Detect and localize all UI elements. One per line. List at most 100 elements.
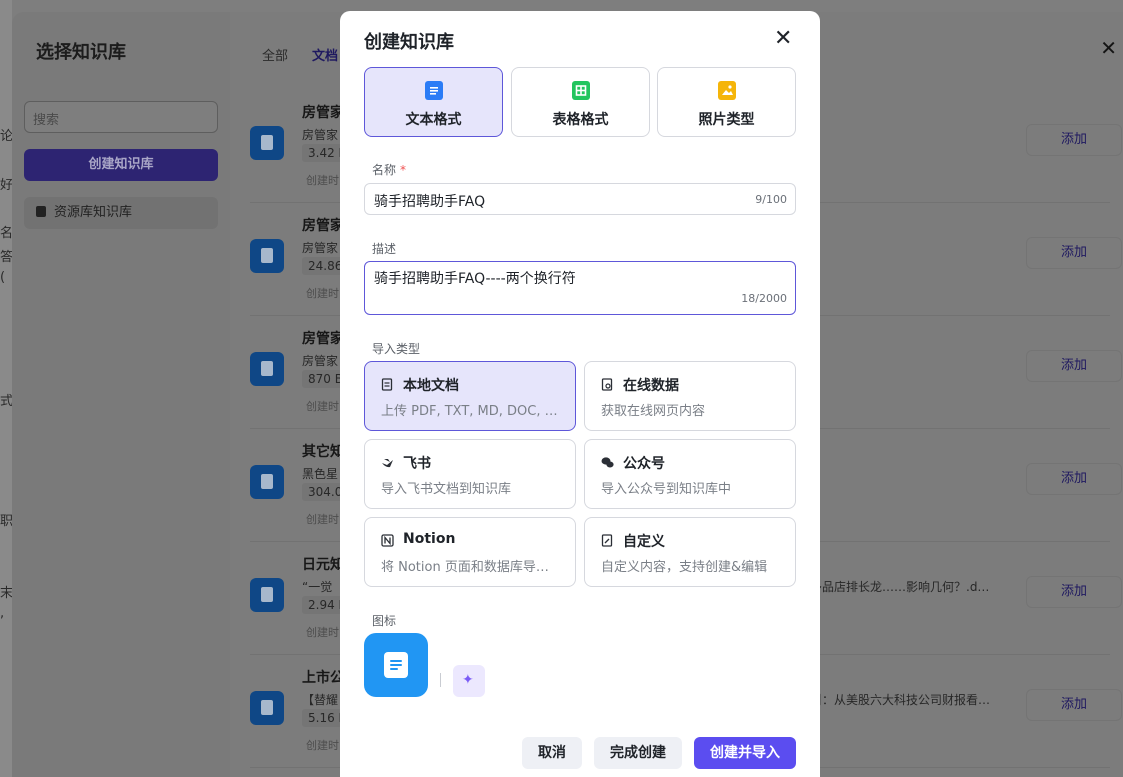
format-card-text[interactable]: 文本格式 (364, 67, 503, 137)
wechat-icon (601, 456, 614, 469)
ai-generate-icon-button[interactable]: ✦ (453, 665, 485, 697)
import-type-feishu[interactable]: 飞书 导入飞书文档到知识库 (364, 439, 576, 509)
import-type-desc: 上传 PDF, TXT, MD, DOC, … (381, 404, 558, 419)
row-sub: 房管家 (302, 241, 339, 255)
knowledge-base-icon[interactable] (364, 633, 428, 697)
edge-text: ( (0, 270, 6, 285)
row-name: 房管家 (302, 331, 344, 347)
tab-all[interactable]: 全部 (262, 49, 288, 64)
import-type-wechat[interactable]: 公众号 导入公众号到知识库中 (584, 439, 796, 509)
close-icon[interactable]: ✕ (774, 26, 792, 51)
name-label: 名称 * (372, 163, 407, 177)
row-sub: 黑色星 (302, 467, 339, 481)
create-knowledge-modal: 创建知识库 ✕ 文本格式 表格格式 照片类型 名称 * 骑手招聘助手FAQ 9/1… (340, 11, 820, 777)
description-value: 骑手招聘助手FAQ----两个换行符 (374, 271, 576, 287)
row-name: 其它知 (302, 444, 344, 460)
sidebar-item-label: 资源库知识库 (54, 205, 133, 220)
cancel-button[interactable]: 取消 (522, 737, 582, 769)
close-icon[interactable]: ✕ (1100, 36, 1117, 60)
dialog-sidebar: 选择知识库 搜索 创建知识库 资源库知识库 (12, 12, 230, 777)
document-icon (250, 126, 284, 160)
description-field[interactable]: 骑手招聘助手FAQ----两个换行符 18/2000 (364, 261, 796, 315)
format-label: 表格格式 (552, 112, 609, 128)
icon-label: 图标 (372, 614, 397, 628)
import-type-custom[interactable]: 自定义 自定义内容，支持创建&编辑 (584, 517, 796, 587)
import-type-label: 导入类型 (372, 342, 421, 356)
row-time: 创建时 (306, 739, 339, 752)
import-type-name: 自定义 (623, 534, 665, 550)
import-type-desc: 导入公众号到知识库中 (601, 482, 732, 497)
edge-text: 好, (0, 178, 12, 193)
table-icon (572, 81, 590, 100)
import-type-name: 公众号 (623, 456, 665, 472)
finish-create-button[interactable]: 完成创建 (594, 737, 682, 769)
import-type-desc: 获取在线网页内容 (601, 404, 706, 419)
sparkle-icon: ✦ (462, 672, 474, 688)
add-button[interactable]: 添加 (1026, 237, 1122, 269)
edge-text: , (0, 606, 5, 621)
import-type-name: 飞书 (403, 456, 431, 472)
library-icon (36, 206, 46, 217)
import-type-local-file[interactable]: 本地文档 上传 PDF, TXT, MD, DOC, … (364, 361, 576, 431)
row-name: 房管家 (302, 105, 344, 121)
row-time: 创建时 (306, 174, 339, 187)
add-button[interactable]: 添加 (1026, 350, 1122, 382)
add-button[interactable]: 添加 (1026, 124, 1122, 156)
custom-icon (601, 534, 614, 547)
import-type-name: 在线数据 (623, 378, 679, 394)
document-icon (250, 352, 284, 386)
import-type-desc: 自定义内容，支持创建&编辑 (601, 560, 768, 575)
import-type-name: Notion (403, 531, 456, 547)
row-name: 日元知 (302, 557, 344, 573)
local-file-icon (381, 378, 394, 391)
sidebar-item-resource-library[interactable]: 资源库知识库 (24, 197, 218, 229)
feishu-icon (381, 456, 394, 469)
import-type-online-data[interactable]: 在线数据 获取在线网页内容 (584, 361, 796, 431)
description-count: 18/2000 (741, 292, 787, 305)
edge-text: 式、 (0, 394, 12, 409)
text-doc-icon (425, 81, 443, 100)
name-count: 9/100 (755, 193, 787, 206)
row-time: 创建时 (306, 513, 339, 526)
format-card-image[interactable]: 照片类型 (657, 67, 796, 137)
background-edge (0, 0, 12, 777)
format-label: 文本格式 (405, 112, 462, 128)
edge-text: 论 (0, 129, 12, 144)
edge-text: 职 (0, 514, 12, 529)
add-button[interactable]: 添加 (1026, 689, 1122, 721)
edge-text: 名 (0, 226, 12, 241)
document-icon (250, 691, 284, 725)
add-button[interactable]: 添加 (1026, 463, 1122, 495)
create-knowledge-button[interactable]: 创建知识库 (24, 149, 218, 181)
create-and-import-button[interactable]: 创建并导入 (694, 737, 796, 769)
tab-docs[interactable]: 文档 (312, 49, 338, 64)
search-input[interactable]: 搜索 (24, 101, 218, 133)
row-sub: 房管家 (302, 128, 339, 142)
import-type-notion[interactable]: Notion 将 Notion 页面和数据库导… (364, 517, 576, 587)
format-label: 照片类型 (698, 112, 755, 128)
modal-title: 创建知识库 (364, 32, 454, 53)
document-icon (250, 465, 284, 499)
row-time: 创建时 (306, 400, 339, 413)
name-field[interactable]: 骑手招聘助手FAQ 9/100 (364, 183, 796, 215)
edge-text: 答 (0, 250, 12, 265)
row-time: 创建时 (306, 626, 339, 639)
required-mark: * (400, 163, 407, 177)
row-sub: “一觉 (302, 580, 333, 594)
add-button[interactable]: 添加 (1026, 576, 1122, 608)
import-type-desc: 导入飞书文档到知识库 (381, 482, 512, 497)
row-name: 上市公 (302, 670, 344, 686)
description-label: 描述 (372, 242, 397, 256)
edge-text: 末 (0, 586, 12, 601)
format-card-table[interactable]: 表格格式 (511, 67, 650, 137)
document-icon (384, 652, 408, 678)
row-sub: 【替耀 (302, 693, 339, 707)
image-icon (718, 81, 736, 100)
row-desc: 引：从美股六大科技公司财报看… (810, 693, 991, 707)
online-data-icon (601, 378, 614, 391)
import-type-name: 本地文档 (403, 378, 459, 394)
divider (440, 673, 441, 687)
name-value: 骑手招聘助手FAQ (374, 194, 486, 210)
document-icon (250, 578, 284, 612)
row-time: 创建时 (306, 287, 339, 300)
